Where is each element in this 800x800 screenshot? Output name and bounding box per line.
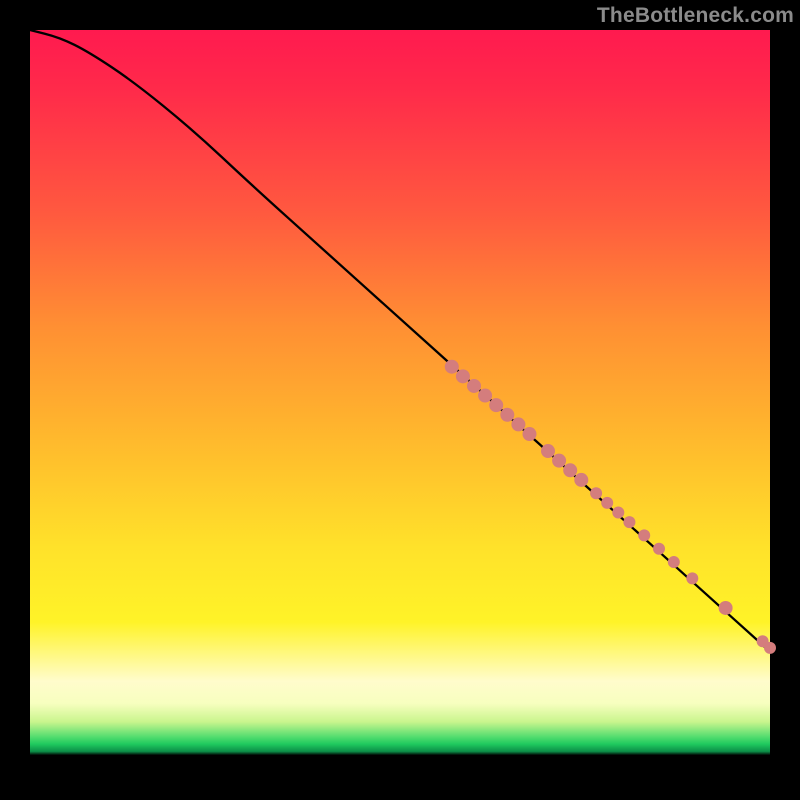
data-point-marker <box>489 398 503 412</box>
data-point-marker <box>467 379 481 393</box>
data-point-marker <box>523 427 537 441</box>
data-point-marker <box>574 473 588 487</box>
data-point-marker <box>552 454 566 468</box>
data-point-marker <box>500 408 514 422</box>
data-point-marker <box>541 444 555 458</box>
data-point-marker <box>478 389 492 403</box>
data-point-marker <box>638 529 650 541</box>
data-point-marker <box>445 360 459 374</box>
data-point-marker <box>563 463 577 477</box>
watermark-label: TheBottleneck.com <box>597 4 794 28</box>
data-point-marker <box>653 543 665 555</box>
chart-frame: TheBottleneck.com <box>0 0 800 800</box>
data-point-marker <box>686 572 698 584</box>
data-point-marker <box>612 506 624 518</box>
data-point-marker <box>668 556 680 568</box>
bottleneck-curve <box>30 30 770 652</box>
data-point-marker <box>623 516 635 528</box>
chart-svg <box>30 30 770 770</box>
data-point-marker <box>456 369 470 383</box>
data-point-marker <box>590 487 602 499</box>
data-point-marker <box>511 417 525 431</box>
data-point-marker <box>719 601 733 615</box>
data-point-marker <box>764 642 776 654</box>
marker-layer <box>445 360 776 654</box>
data-point-marker <box>601 497 613 509</box>
curve-layer <box>30 30 770 652</box>
